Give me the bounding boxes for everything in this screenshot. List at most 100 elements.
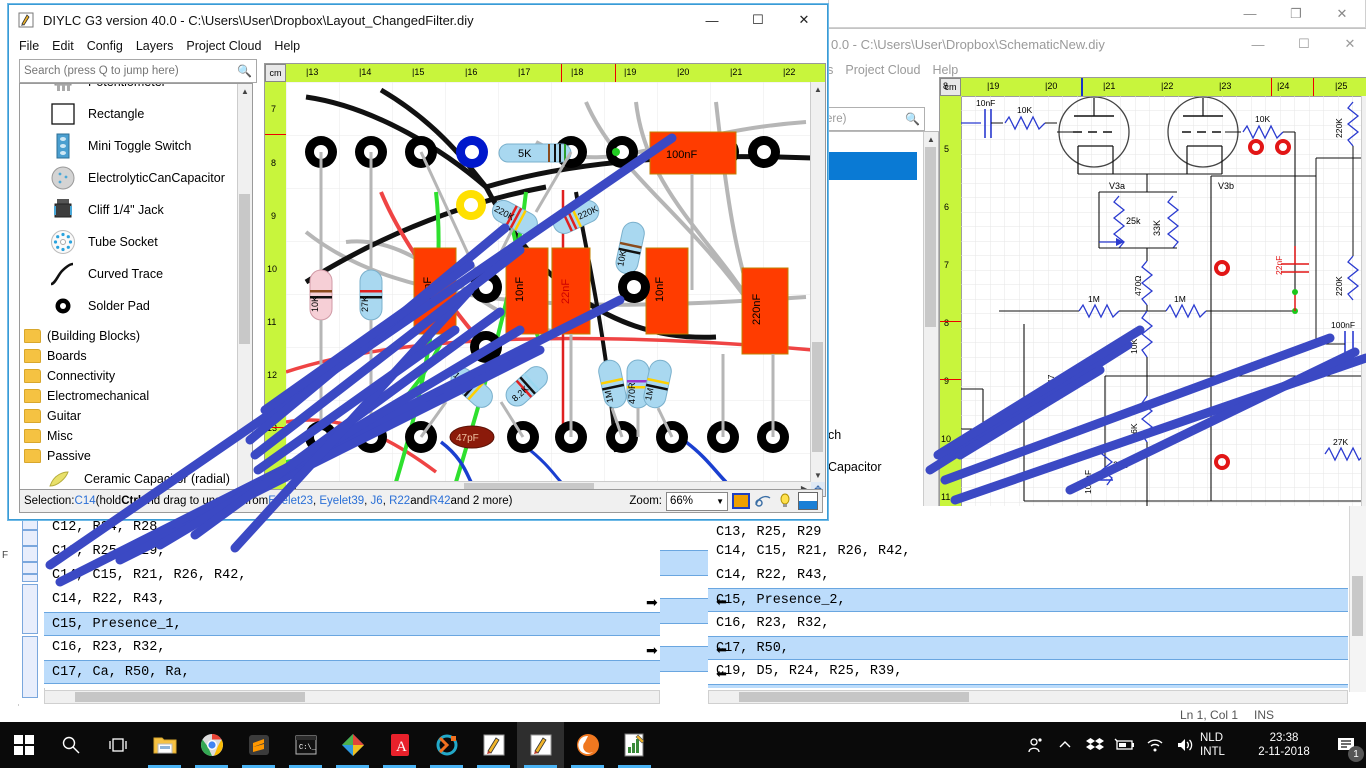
scroll-thumb[interactable] bbox=[239, 194, 250, 344]
google-chrome-icon[interactable] bbox=[188, 722, 235, 768]
scroll-up-arrow[interactable]: ▲ bbox=[238, 84, 252, 98]
diff-right-vscroll[interactable] bbox=[1349, 506, 1366, 692]
hscroll-thumb[interactable] bbox=[75, 692, 305, 702]
diylc-icon[interactable] bbox=[470, 722, 517, 768]
tree-item-solder-pad[interactable]: Solder Pad bbox=[20, 290, 252, 322]
maximize-button[interactable]: ☐ bbox=[735, 5, 781, 35]
diff-line[interactable]: C14, C15, R21, R26, R42, bbox=[44, 564, 660, 588]
tree-folder-connectivity[interactable]: Connectivity bbox=[20, 366, 252, 386]
dropbox-icon[interactable] bbox=[1080, 722, 1110, 768]
diff-line[interactable]: C14, R22, R43, bbox=[708, 564, 1348, 588]
menu-item-help[interactable]: Help bbox=[932, 63, 958, 77]
menu-item-edit[interactable]: Edit bbox=[52, 39, 74, 53]
menu-item-project-cloud[interactable]: Project Cloud bbox=[845, 63, 920, 77]
diff-line[interactable]: C19, D5, R24, R25, R39, bbox=[44, 684, 660, 688]
scroll-thumb[interactable] bbox=[925, 147, 936, 327]
diff-line[interactable]: C15, Presence_2, bbox=[708, 588, 1348, 612]
clock[interactable]: 23:38 2-11-2018 bbox=[1242, 731, 1326, 759]
people-icon[interactable] bbox=[1020, 722, 1050, 768]
chevron-down-icon[interactable]: ▼ bbox=[716, 497, 724, 506]
menu-item-help[interactable]: Help bbox=[274, 39, 300, 53]
notepadpp-icon[interactable] bbox=[611, 722, 658, 768]
merge-arrow-left[interactable]: ⬅ bbox=[716, 666, 727, 682]
menu-item-file[interactable]: File bbox=[19, 39, 39, 53]
background-window-top[interactable]: — ❐ ✕ bbox=[828, 0, 1366, 28]
tree-selected-row[interactable] bbox=[825, 152, 917, 180]
windows-taskbar[interactable]: C:\_ A NLD INTL 23:38 2-11-2018 1 bbox=[0, 722, 1366, 768]
show-hidden-icons-icon[interactable] bbox=[1050, 722, 1080, 768]
ruler-unit-label[interactable]: cm bbox=[265, 64, 286, 82]
start-button[interactable] bbox=[0, 722, 47, 768]
adobe-acrobat-icon[interactable]: A bbox=[376, 722, 423, 768]
tree-folder-guitar[interactable]: Guitar bbox=[20, 406, 252, 426]
close-button[interactable]: ✕ bbox=[1319, 0, 1365, 29]
search-input[interactable] bbox=[20, 64, 238, 78]
diff-line[interactable]: C16, R23, R32, bbox=[708, 612, 1348, 636]
menu-item-layers[interactable]: Layers bbox=[136, 39, 174, 53]
tree-item-mini-toggle-switch[interactable]: Mini Toggle Switch bbox=[20, 130, 252, 162]
merge-arrow-left[interactable]: ⬅ bbox=[716, 642, 727, 658]
beyond-compare-icon[interactable] bbox=[329, 722, 376, 768]
search-icon[interactable]: 🔍 bbox=[905, 112, 920, 126]
diff-right-pane[interactable]: C13, R25, R29 C14, C15, R21, R26, R42, C… bbox=[708, 526, 1348, 688]
diylc-layout-window[interactable]: DIYLC G3 version 40.0 - C:\Users\User\Dr… bbox=[8, 4, 828, 520]
file-explorer-icon[interactable] bbox=[141, 722, 188, 768]
layout-titlebar[interactable]: DIYLC G3 version 40.0 - C:\Users\User\Dr… bbox=[9, 5, 827, 35]
diylc-icon-2[interactable] bbox=[517, 722, 564, 768]
maximize-button[interactable]: ☐ bbox=[1281, 29, 1327, 59]
merge-arrow-right[interactable]: ➡ bbox=[646, 642, 658, 659]
tree-item-capacitor-frag[interactable]: Capacitor bbox=[828, 460, 882, 474]
language-indicator[interactable]: NLD INTL bbox=[1200, 731, 1242, 759]
tree-folder-building-blocks[interactable]: (Building Blocks) bbox=[20, 326, 252, 346]
tree-scrollbar[interactable]: ▲ bbox=[237, 84, 252, 494]
diff-left-gutter[interactable]: F bbox=[0, 506, 19, 706]
battery-icon[interactable] bbox=[1110, 722, 1140, 768]
diff-line[interactable]: C17, R50, bbox=[708, 636, 1348, 660]
hscroll-thumb[interactable] bbox=[739, 692, 969, 702]
zoom-select[interactable]: 66% ▼ bbox=[666, 491, 728, 511]
diff-viewer-window[interactable]: F C12, R24, R28, C13, R25, R29, C14, C15… bbox=[0, 506, 1366, 706]
tree-folder-boards[interactable]: Boards bbox=[20, 346, 252, 366]
volume-icon[interactable] bbox=[1170, 722, 1200, 768]
tree-item-curved-trace[interactable]: Curved Trace bbox=[20, 258, 252, 290]
tree-folder-electromechanical[interactable]: Electromechanical bbox=[20, 386, 252, 406]
highlight-icon[interactable] bbox=[776, 493, 794, 509]
diff-minimap[interactable] bbox=[18, 506, 45, 704]
close-button[interactable]: ✕ bbox=[781, 5, 827, 35]
tree-item-potentiometer[interactable]: Potentiometer bbox=[20, 84, 252, 98]
schematic-canvas[interactable]: cm 8 |19 |20 |21 |22 |23 |24 |25 5 6 7 8… bbox=[939, 77, 1366, 523]
kicad-icon[interactable] bbox=[423, 722, 470, 768]
scroll-up-arrow[interactable]: ▲ bbox=[1362, 96, 1366, 110]
tree-item-rectangle[interactable]: Rectangle bbox=[20, 98, 252, 130]
scroll-thumb[interactable] bbox=[812, 342, 823, 452]
schematic-search-box[interactable]: ere) 🔍 bbox=[823, 107, 925, 131]
scroll-up-arrow[interactable]: ▲ bbox=[811, 82, 825, 96]
gimp-icon[interactable] bbox=[564, 722, 611, 768]
component-tree[interactable]: Potentiometer Rectangle Mini Toggle Swit… bbox=[19, 83, 253, 495]
diff-left-pane[interactable]: C12, R24, R28, C13, R25, R29, C14, C15, … bbox=[44, 506, 660, 688]
scroll-down-arrow[interactable]: ▼ bbox=[811, 468, 825, 482]
tree-item-cliff-jack[interactable]: Cliff 1/4" Jack bbox=[20, 194, 252, 226]
task-view-icon[interactable] bbox=[94, 722, 141, 768]
diff-line[interactable]: C13, R25, R29 bbox=[708, 526, 1348, 540]
diff-line[interactable]: C13, R25, R29, bbox=[44, 540, 660, 564]
tree-item-electrolytic-can-capacitor[interactable]: ElectrolyticCanCapacitor bbox=[20, 162, 252, 194]
schematic-tree[interactable]: ch Capacitor ▲ ▼ bbox=[823, 131, 939, 523]
minimize-button[interactable]: — bbox=[689, 5, 735, 35]
close-button[interactable]: ✕ bbox=[1327, 29, 1366, 59]
tree-scrollbar[interactable]: ▲ ▼ bbox=[923, 132, 938, 522]
merge-arrow-left[interactable]: ⬅ bbox=[716, 594, 727, 610]
tree-folder-misc[interactable]: Misc bbox=[20, 426, 252, 446]
notifications-icon[interactable]: 1 bbox=[1326, 722, 1366, 768]
diff-line[interactable]: C14, C15, R21, R26, R42, bbox=[708, 540, 1348, 564]
tree-folder-passive[interactable]: Passive bbox=[20, 446, 252, 466]
theme-swatch-icon[interactable] bbox=[798, 492, 818, 510]
system-tray[interactable]: NLD INTL 23:38 2-11-2018 1 bbox=[1020, 722, 1366, 768]
canvas-vscrollbar[interactable]: ▲ ▼ bbox=[810, 82, 825, 482]
diylc-schematic-window[interactable]: 0.0 - C:\Users\User\Dropbox\SchematicNew… bbox=[822, 28, 1366, 540]
tree-item-tube-socket[interactable]: Tube Socket bbox=[20, 226, 252, 258]
canvas-vscrollbar[interactable]: ▲ ▼ bbox=[1361, 96, 1366, 508]
diff-line[interactable]: C14, R22, R43, bbox=[44, 588, 660, 612]
component-search[interactable]: 🔍 bbox=[19, 59, 257, 83]
fit-to-screen-icon[interactable] bbox=[732, 493, 750, 509]
